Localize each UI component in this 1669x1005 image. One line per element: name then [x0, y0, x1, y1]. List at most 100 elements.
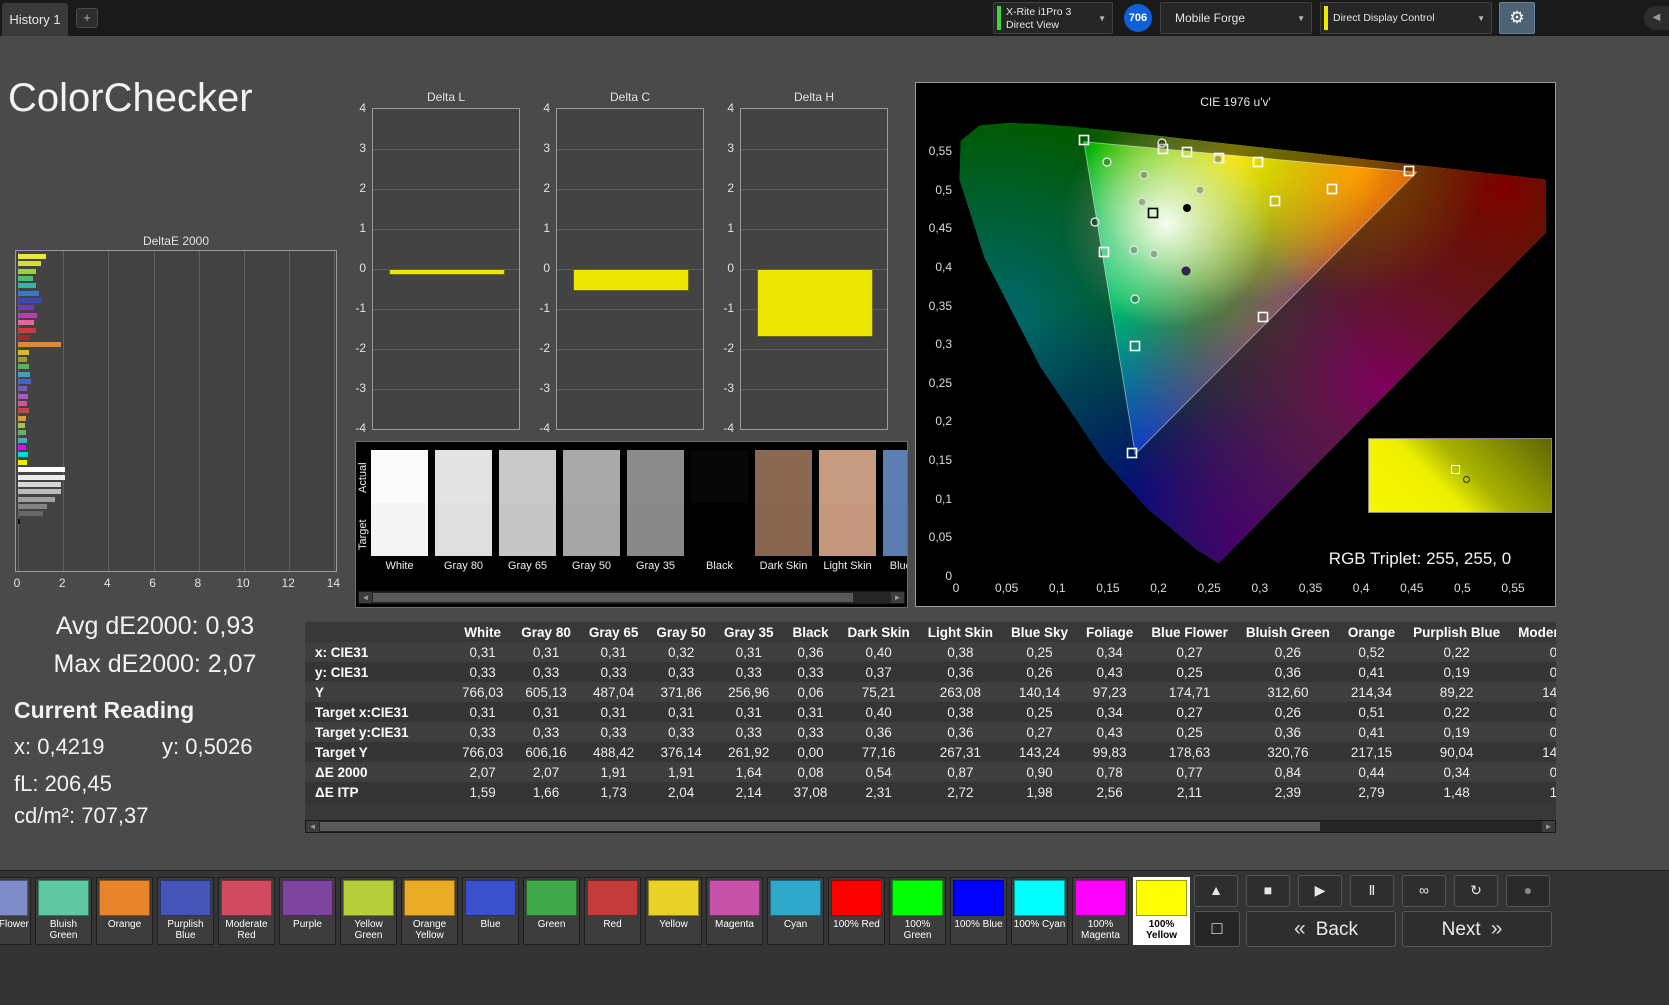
- transport-record-button[interactable]: ●: [1506, 875, 1550, 907]
- patch-button-orange-yellow[interactable]: Orange Yellow: [401, 877, 458, 945]
- transport-play-button[interactable]: ▶: [1298, 875, 1342, 907]
- scroll-left-arrow[interactable]: ◄: [306, 821, 319, 832]
- table-cell: 0,22: [1443, 704, 1470, 720]
- deltae-bar: [18, 437, 28, 443]
- patch-button-cyan[interactable]: Cyan: [767, 877, 824, 945]
- measured-point: [1137, 197, 1147, 207]
- table-cell: 0,34: [1096, 704, 1123, 720]
- table-cell: 0,25: [1026, 704, 1053, 720]
- transport-chevron-up-button[interactable]: ▲: [1194, 875, 1238, 907]
- table-cell: 605,13: [525, 684, 567, 700]
- patch-color: [38, 880, 89, 916]
- axis-tick-label: -3: [355, 381, 366, 395]
- scroll-left-arrow[interactable]: ◄: [359, 592, 372, 603]
- pattern-window-button[interactable]: □: [1194, 911, 1240, 947]
- axis-tick-label: 0: [543, 261, 550, 275]
- meter-status-bar: [997, 6, 1001, 30]
- patch-button-label: 100% Yellow: [1145, 919, 1178, 941]
- patch-button-green[interactable]: Green: [523, 877, 580, 945]
- patch-button-label: 100% Green: [903, 919, 932, 941]
- table-cell: 376,14: [660, 744, 702, 760]
- settings-button[interactable]: ⚙: [1499, 2, 1535, 34]
- patch-label: Dark Skin: [759, 560, 808, 572]
- scroll-thumb[interactable]: [320, 822, 1320, 831]
- gridline: [373, 309, 519, 310]
- patch-color: [0, 880, 28, 916]
- infinity-icon: ∞: [1419, 882, 1429, 898]
- next-button[interactable]: Next »: [1402, 911, 1552, 947]
- gridline: [741, 149, 887, 150]
- patch-button-yellow-green[interactable]: Yellow Green: [340, 877, 397, 945]
- meter-dropdown[interactable]: X-Rite i1Pro 3 Direct View ▼: [993, 2, 1113, 34]
- measured-point: [1130, 294, 1140, 304]
- axis-tick-label: 0,1: [1048, 581, 1066, 595]
- deltae2000-chart: DeltaE 2000 0 2 4 6 8 10 12 14: [14, 230, 340, 594]
- row-label: Target x:CIE31: [315, 704, 409, 720]
- axis-tick-label: 0,2: [935, 414, 952, 429]
- patch-button-yellow[interactable]: Yellow: [645, 877, 702, 945]
- collapse-panel-button[interactable]: ◀: [1644, 6, 1669, 30]
- patch-button-magenta[interactable]: Magenta: [706, 877, 763, 945]
- table-cell: 0,38: [947, 704, 974, 720]
- scroll-right-arrow[interactable]: ►: [891, 592, 904, 603]
- patch-button-moderate-red[interactable]: Moderate Red: [218, 877, 275, 945]
- table-cell: 0,31: [600, 704, 627, 720]
- target-row-label: Target: [357, 519, 369, 551]
- patch-button-100-cyan[interactable]: 100% Cyan: [1011, 877, 1068, 945]
- axis-tick-label: 0,45: [928, 221, 952, 236]
- table-cell: 97,23: [1092, 684, 1127, 700]
- patch-button-label: Purple: [293, 919, 322, 930]
- patch-button-purplish-blue[interactable]: Purplish Blue: [157, 877, 214, 945]
- patch-button-bluish-green[interactable]: Bluish Green: [35, 877, 92, 945]
- patch-button-blue[interactable]: Blue: [462, 877, 519, 945]
- transport-stop-button[interactable]: ■: [1246, 875, 1290, 907]
- scroll-right-arrow[interactable]: ►: [1542, 821, 1555, 832]
- column-header-orange: Orange: [1338, 622, 1405, 642]
- table-cell: 0,31: [1549, 664, 1556, 680]
- delta-chart-delta-h: Delta H 4 3 2 1 0 -1 -2 -3 -4: [704, 90, 888, 452]
- table-cell: 371,86: [660, 684, 702, 700]
- display-control-dropdown[interactable]: Direct Display Control ▼: [1320, 2, 1492, 34]
- table-cell: 0,33: [469, 664, 496, 680]
- table-cell: 0,46: [1549, 644, 1556, 660]
- measured-point: [1139, 170, 1149, 180]
- pattern-source-dropdown[interactable]: Mobile Forge ▼: [1160, 2, 1312, 34]
- tab-history[interactable]: History 1: [2, 3, 68, 36]
- loop-icon: ↻: [1470, 882, 1482, 898]
- column-header-bluish-green: Bluish Green: [1236, 622, 1339, 642]
- patch-button-100-blue[interactable]: 100% Blue: [950, 877, 1007, 945]
- patch-button-100-red[interactable]: 100% Red: [828, 877, 885, 945]
- back-label: Back: [1315, 919, 1358, 940]
- patch-button-label: Red: [603, 919, 622, 930]
- transport-infinity-button[interactable]: ∞: [1402, 875, 1446, 907]
- delta-chart-delta-c: Delta C 4 3 2 1 0 -1 -2 -3 -4: [520, 90, 704, 452]
- table-row: Target x:CIE31 0,31 0,31 0,31 0,31 0,31 0,31 0,…: [305, 702, 1556, 722]
- column-header-gray-35: Gray 35: [714, 622, 783, 642]
- table-scrollbar[interactable]: ◄ ►: [305, 820, 1556, 833]
- patch-button-blue-flower[interactable]: Blue Flower: [0, 877, 31, 945]
- back-button[interactable]: « Back: [1246, 911, 1396, 947]
- whitepoint-measured: [1183, 204, 1191, 212]
- transport-pause-button[interactable]: Ⅱ: [1350, 875, 1394, 907]
- actual-color: [627, 450, 684, 503]
- delta-bar: [757, 269, 873, 337]
- patch-button-100-green[interactable]: 100% Green: [889, 877, 946, 945]
- axis-tick-label: 0,3: [1251, 581, 1269, 595]
- patch-color: [1014, 880, 1065, 916]
- patch-button-100-yellow[interactable]: 100% Yellow: [1133, 877, 1190, 945]
- gridline: [557, 309, 703, 310]
- cie-title: CIE 1976 u'v': [1200, 95, 1271, 109]
- current-reading-title: Current Reading: [14, 697, 195, 723]
- target-marker-icon: [1451, 465, 1460, 474]
- swatch-scrollbar[interactable]: ◄ ►: [358, 591, 905, 604]
- patch-button-orange[interactable]: Orange: [96, 877, 153, 945]
- table-cell: 0,77: [1176, 764, 1203, 780]
- scroll-thumb[interactable]: [373, 593, 853, 602]
- patch-button-100-magenta[interactable]: 100% Magenta: [1072, 877, 1129, 945]
- patch-button-purple[interactable]: Purple: [279, 877, 336, 945]
- axis-tick-label: 3: [359, 141, 366, 155]
- chart-area: [15, 250, 337, 572]
- add-tab-button[interactable]: +: [76, 8, 98, 28]
- patch-button-red[interactable]: Red: [584, 877, 641, 945]
- transport-loop-button[interactable]: ↻: [1454, 875, 1498, 907]
